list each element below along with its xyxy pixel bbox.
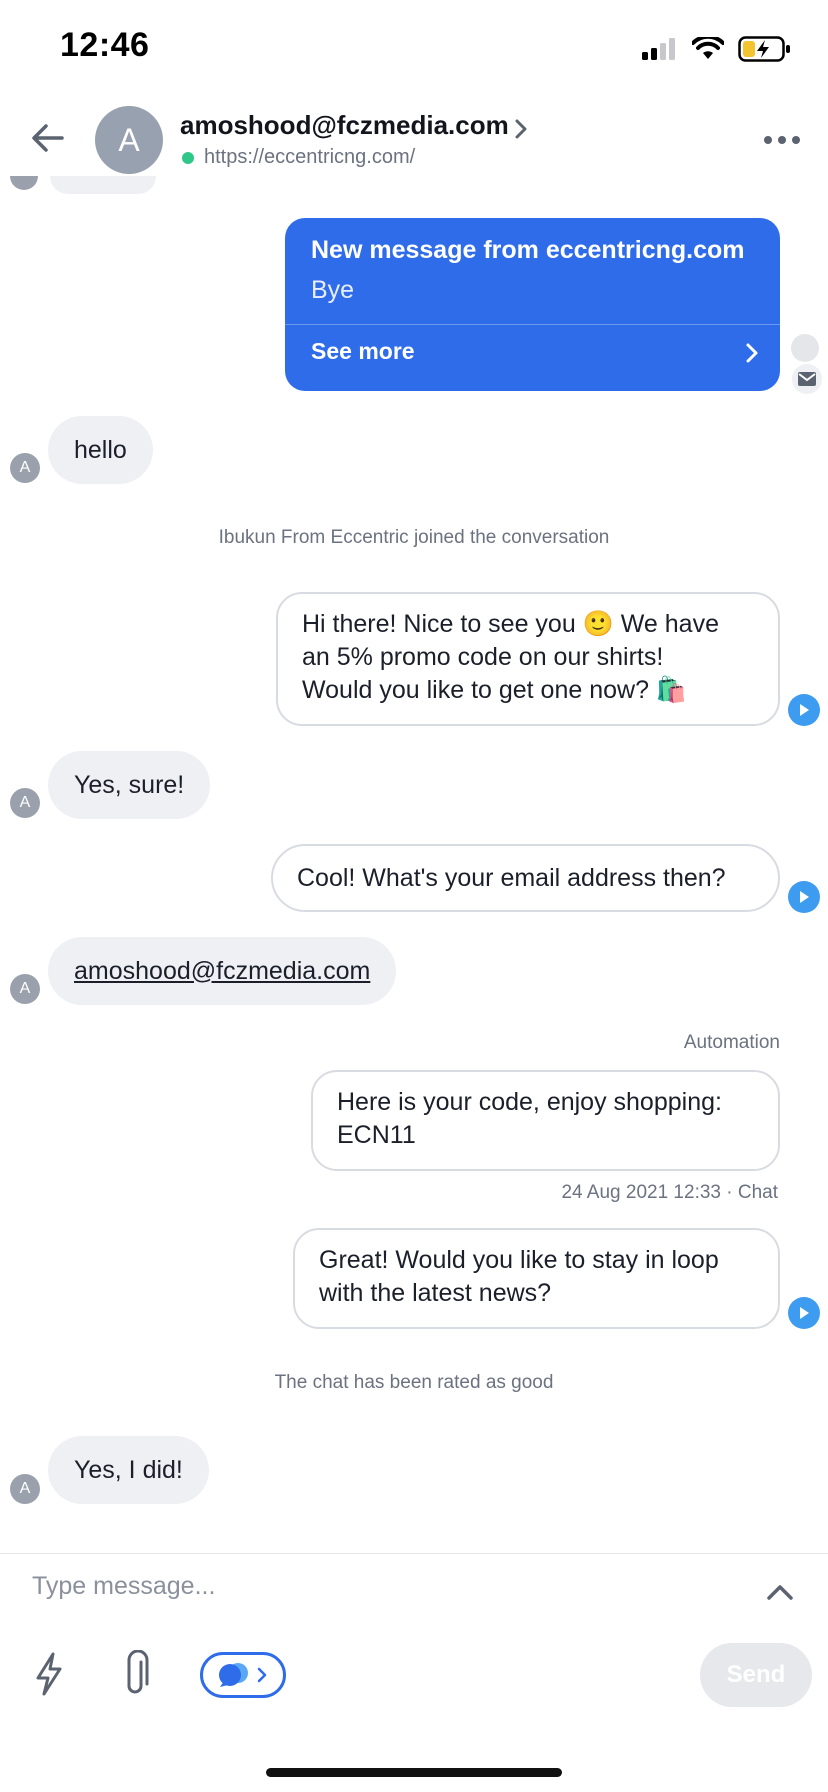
paperclip-icon[interactable] <box>120 1650 150 1698</box>
agent-message: Hi there! Nice to see you 🙂 We have an 5… <box>276 592 780 726</box>
agent-message: Cool! What's your email address then? <box>271 844 780 912</box>
cellular-signal-icon <box>642 38 675 60</box>
status-time: 12:46 <box>60 26 150 64</box>
visitor-message: Yes, sure! <box>48 751 211 819</box>
chat-channel-icon <box>788 881 820 913</box>
chat-bubble-icon <box>219 1663 248 1687</box>
back-arrow-icon[interactable] <box>28 118 68 158</box>
contact-name[interactable]: amoshood@fczmedia.com <box>180 110 509 141</box>
see-more-link[interactable]: See more <box>311 338 415 365</box>
visitor-message: hello <box>48 416 153 484</box>
message-line: Would you like to get one now? 🛍️ <box>302 676 688 704</box>
lightning-icon[interactable] <box>34 1652 64 1696</box>
online-status-dot <box>182 152 194 164</box>
channel-selector-button[interactable] <box>200 1652 286 1698</box>
chat-channel-icon <box>788 694 820 726</box>
message-timestamp: 24 Aug 2021 12:33 · Chat <box>561 1182 778 1203</box>
contact-avatar[interactable]: A <box>95 106 163 174</box>
contact-url[interactable]: https://eccentricng.com/ <box>204 146 415 169</box>
agent-avatar <box>791 334 819 362</box>
visitor-message: Yes, I did! <box>48 1436 209 1504</box>
message-line: with the latest news? <box>319 1279 552 1307</box>
card-title: New message from eccentricng.com <box>311 236 745 264</box>
visitor-avatar: A <box>10 453 40 483</box>
chevron-right-icon <box>257 1667 267 1683</box>
battery-charging-icon <box>738 36 790 62</box>
agent-message: Great! Would you like to stay in loop wi… <box>293 1228 780 1329</box>
email-channel-icon <box>790 362 824 396</box>
chevron-right-icon[interactable] <box>512 118 530 140</box>
partial-message-bubble <box>50 176 156 194</box>
message-line: an 5% promo code on our shirts! <box>302 643 664 671</box>
visitor-avatar: A <box>10 1474 40 1504</box>
message-line: ECN11 <box>337 1121 416 1149</box>
more-options-icon[interactable] <box>764 136 800 144</box>
message-line: Great! Would you like to stay in loop <box>319 1246 719 1274</box>
system-message: Ibukun From Eccentric joined the convers… <box>218 527 610 548</box>
message-input[interactable]: Type message... <box>32 1572 215 1601</box>
send-button[interactable]: Send <box>700 1643 812 1707</box>
wifi-icon <box>692 37 724 59</box>
chat-channel-icon <box>788 1297 820 1329</box>
visitor-avatar: A <box>10 974 40 1004</box>
message-line: Hi there! Nice to see you 🙂 We have <box>302 610 719 638</box>
email-message-card[interactable]: New message from eccentricng.com Bye See… <box>285 218 780 391</box>
system-message: The chat has been rated as good <box>274 1372 554 1393</box>
message-line: Here is your code, enjoy shopping: <box>337 1088 722 1116</box>
automation-label: Automation <box>683 1032 780 1053</box>
status-icons <box>642 36 792 62</box>
email-link[interactable]: amoshood@fczmedia.com <box>48 937 397 1005</box>
chevron-up-icon[interactable] <box>766 1582 794 1602</box>
home-indicator <box>266 1768 562 1777</box>
chevron-right-icon[interactable] <box>744 342 760 364</box>
agent-message: Here is your code, enjoy shopping: ECN11 <box>311 1070 780 1171</box>
visitor-avatar: A <box>10 788 40 818</box>
card-divider <box>285 324 780 325</box>
composer-divider <box>0 1553 828 1554</box>
card-body: Bye <box>311 276 355 304</box>
